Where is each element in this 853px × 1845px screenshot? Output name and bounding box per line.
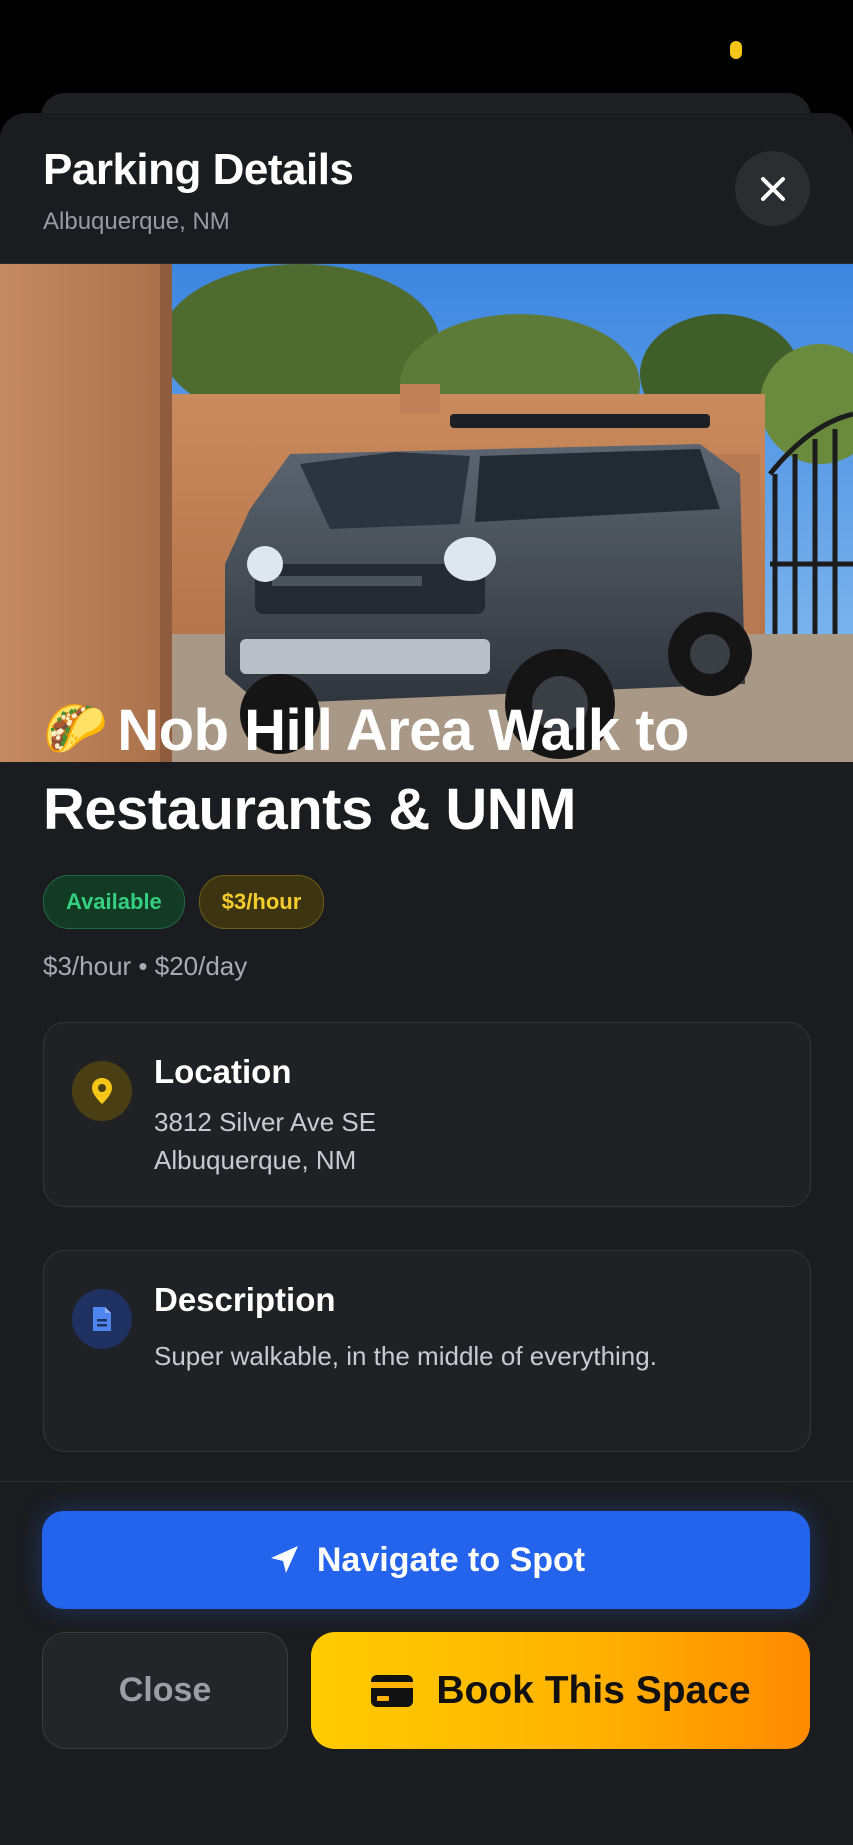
availability-badge: Available [43,875,185,929]
location-pin-icon [92,1078,112,1104]
spot-photo [0,264,853,762]
spot-title: 🌮 Nob Hill Area Walk to Restaurants & UNM [43,690,813,849]
close-icon [760,176,785,201]
price-badge: $3/hour [198,875,325,929]
status-indicator [730,41,742,59]
action-bar: Navigate to Spot Close Book This Space [0,1481,853,1845]
page-title: Parking Details [43,145,354,194]
page-subtitle: Albuquerque, NM [43,208,230,235]
spot-name: Nob Hill Area Walk to Restaurants & UNM [43,698,689,842]
book-button-label: Book This Space [436,1668,751,1712]
badge-row: Available $3/hour [43,875,813,929]
location-icon-badge [72,1061,132,1121]
description-icon-badge [72,1289,132,1349]
navigate-button-label: Navigate to Spot [316,1540,586,1579]
document-icon [93,1307,111,1331]
description-card: Description Super walkable, in the middl… [43,1250,811,1452]
book-this-space-button[interactable]: Book This Space [311,1632,810,1749]
description-text: Super walkable, in the middle of everyth… [154,1341,657,1371]
address-line-2: Albuquerque, NM [154,1145,357,1175]
rate-summary: $3/hour • $20/day [43,951,248,981]
location-heading: Location [154,1053,292,1090]
spot-info: 🌮 Nob Hill Area Walk to Restaurants & UNM… [43,690,813,982]
navigate-to-spot-button[interactable]: Navigate to Spot [42,1511,810,1609]
credit-card-icon [371,1674,414,1707]
location-card[interactable]: Location 3812 Silver Ave SE Albuquerque,… [43,1022,811,1207]
description-heading: Description [154,1281,336,1318]
address-line-1: 3812 Silver Ave SE [154,1107,377,1137]
sheet-header: Parking Details Albuquerque, NM [0,113,853,264]
taco-emoji-icon: 🌮 [43,700,108,758]
close-button[interactable]: Close [42,1632,288,1749]
close-sheet-button[interactable] [735,151,810,226]
navigation-arrow-icon [270,1546,298,1573]
